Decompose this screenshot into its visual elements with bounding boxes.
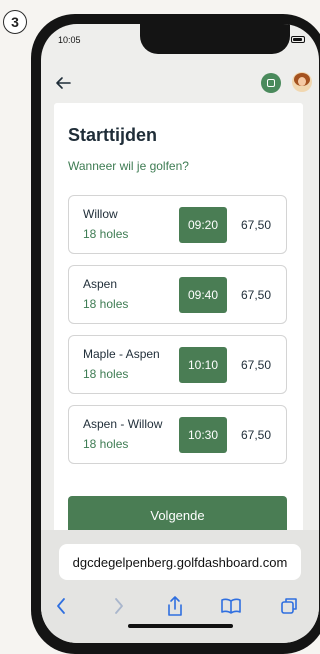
- arrow-left-icon[interactable]: [54, 74, 72, 92]
- share-icon[interactable]: [165, 594, 185, 618]
- scan-icon[interactable]: [261, 73, 281, 93]
- phone-screen: 10:05 ◠ Starttijden Wanneer wil je golfe…: [41, 24, 319, 643]
- content-card: Starttijden Wanneer wil je golfen? Willo…: [54, 103, 303, 549]
- course-name: Aspen - Willow: [83, 417, 163, 431]
- url-bar[interactable]: dgcdegelpenberg.golfdashboard.com: [59, 544, 301, 580]
- tabs-icon[interactable]: [279, 594, 299, 618]
- price: 67,50: [241, 428, 272, 442]
- avatar[interactable]: [292, 72, 312, 92]
- tee-time-slot[interactable]: Aspen 18 holes 09:40 67,50: [68, 265, 287, 324]
- status-time: 10:05: [58, 35, 81, 45]
- holes-label: 18 holes: [83, 367, 129, 381]
- notch: [140, 24, 290, 54]
- tee-time-button[interactable]: 10:30: [179, 417, 227, 453]
- tee-time-slot[interactable]: Willow 18 holes 09:20 67,50: [68, 195, 287, 254]
- browser-nav: [41, 594, 319, 618]
- next-button[interactable]: Volgende: [68, 496, 287, 534]
- browser-forward-icon[interactable]: [111, 594, 127, 618]
- price: 67,50: [241, 288, 272, 302]
- holes-label: 18 holes: [83, 227, 129, 241]
- course-name: Willow: [83, 207, 118, 221]
- battery-icon: [291, 35, 305, 43]
- bookmarks-icon[interactable]: [219, 594, 243, 618]
- holes-label: 18 holes: [83, 437, 129, 451]
- course-name: Maple - Aspen: [83, 347, 160, 361]
- browser-back-icon[interactable]: [53, 594, 69, 618]
- page-title: Starttijden: [68, 125, 158, 145]
- holes-label: 18 holes: [83, 297, 129, 311]
- tee-time-button[interactable]: 09:40: [179, 277, 227, 313]
- tee-time-slot[interactable]: Maple - Aspen 18 holes 10:10 67,50: [68, 335, 287, 394]
- price: 67,50: [241, 218, 272, 232]
- tee-time-button[interactable]: 10:10: [179, 347, 227, 383]
- page-subtitle: Wanneer wil je golfen?: [68, 159, 189, 173]
- step-badge: 3: [3, 10, 27, 34]
- home-indicator: [128, 624, 233, 628]
- tee-time-button[interactable]: 09:20: [179, 207, 227, 243]
- course-name: Aspen: [83, 277, 118, 291]
- price: 67,50: [241, 358, 272, 372]
- tee-time-slot[interactable]: Aspen - Willow 18 holes 10:30 67,50: [68, 405, 287, 464]
